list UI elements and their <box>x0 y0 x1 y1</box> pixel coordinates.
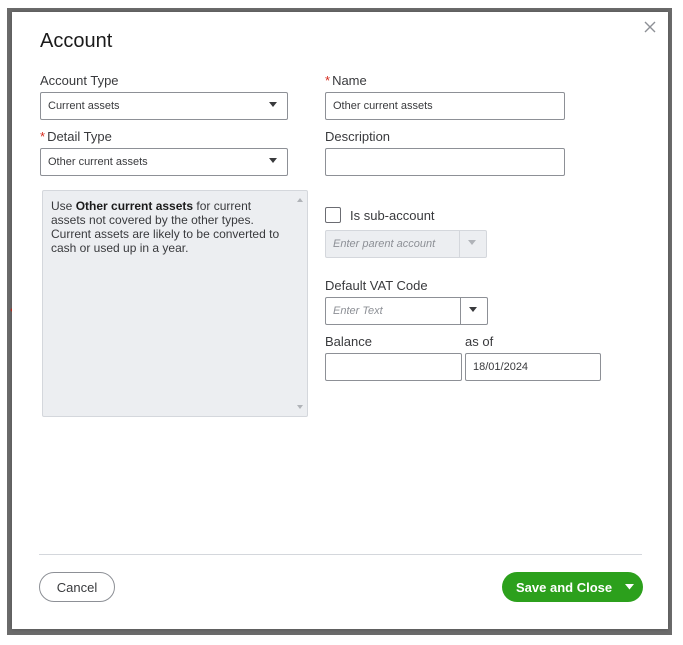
account-type-label: Account Type <box>40 73 119 88</box>
account-type-select[interactable]: Current assets <box>40 92 288 120</box>
cancel-button[interactable]: Cancel <box>39 572 115 602</box>
detail-type-help: Use Other current assets for current ass… <box>42 190 308 417</box>
chevron-down-icon <box>468 240 476 245</box>
vat-code-select[interactable]: Enter Text <box>325 297 488 325</box>
chevron-down-icon <box>269 102 277 107</box>
sub-account-label: Is sub-account <box>350 208 435 223</box>
detail-type-select[interactable]: Other current assets <box>40 148 288 176</box>
footer-divider <box>39 554 642 555</box>
as-of-date-value: 18/01/2024 <box>473 361 529 373</box>
description-input[interactable] <box>325 148 565 176</box>
detail-type-value: Other current assets <box>48 156 148 168</box>
account-dialog: Account Account Type Current assets * Nam… <box>12 12 668 629</box>
balance-input[interactable] <box>325 353 462 381</box>
help-bold-term: Other current assets <box>75 199 194 213</box>
vat-code-placeholder: Enter Text <box>333 305 383 317</box>
as-of-label: as of <box>465 334 494 349</box>
sub-account-checkbox[interactable] <box>325 207 341 223</box>
parent-account-placeholder: Enter parent account <box>333 238 436 250</box>
dialog-title: Account <box>40 30 113 52</box>
scrollbar[interactable] <box>295 195 305 412</box>
save-options-dropdown[interactable] <box>615 572 643 602</box>
description-label: Description <box>325 129 391 144</box>
account-type-value: Current assets <box>48 100 120 112</box>
required-mark: * <box>40 129 46 144</box>
as-of-date-input[interactable]: 18/01/2024 <box>465 353 601 381</box>
chevron-down-icon <box>469 307 477 312</box>
vat-code-label: Default VAT Code <box>325 278 428 293</box>
required-mark: * <box>325 73 331 88</box>
save-and-close-label[interactable]: Save and Close <box>502 580 615 595</box>
chevron-down-icon <box>624 584 634 590</box>
name-value: Other current assets <box>333 100 433 112</box>
name-label: * Name <box>325 73 367 88</box>
detail-type-label: * Detail Type <box>40 129 112 144</box>
save-and-close-button[interactable]: Save and Close <box>502 572 643 602</box>
chevron-down-icon <box>269 158 277 163</box>
parent-account-select[interactable]: Enter parent account <box>325 230 487 258</box>
balance-label: Balance <box>325 334 372 349</box>
close-icon[interactable] <box>643 20 659 36</box>
name-input[interactable]: Other current assets <box>325 92 565 120</box>
